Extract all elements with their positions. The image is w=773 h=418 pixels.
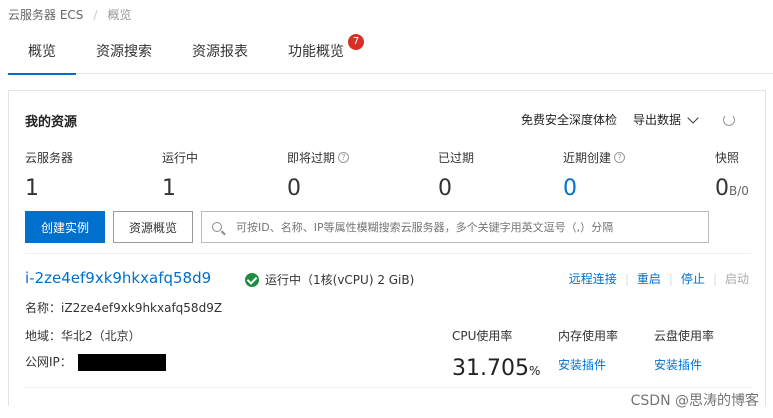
instance-region: 地域：华北2（北京）: [25, 329, 141, 343]
security-check-link[interactable]: 免费安全深度体检: [521, 111, 617, 128]
stat-expiring[interactable]: 即将过期? 0: [287, 149, 350, 201]
breadcrumb-separator: /: [93, 7, 98, 22]
check-circle-icon: [245, 272, 259, 287]
disk-usage: 云盘使用率 安装插件: [654, 329, 715, 373]
instance-id-link[interactable]: i-2ze4ef9xk9hkxafq58d9: [25, 269, 211, 287]
breadcrumb: 云服务器 ECS / 概览: [8, 6, 131, 23]
instance-status: 运行中（1核(vCPU) 2 GiB): [245, 271, 414, 288]
refresh-icon[interactable]: [723, 113, 735, 126]
separator: |: [624, 271, 629, 286]
breadcrumb-root[interactable]: 云服务器 ECS: [8, 6, 83, 23]
card-title: 我的资源: [25, 115, 78, 130]
restart-button[interactable]: 重启: [637, 270, 661, 287]
search-box: [201, 211, 709, 243]
resource-stats: 云服务器 1 运行中 1 即将过期? 0 已过期 0 近期创建? 0 快照 0B…: [25, 149, 755, 201]
redacted-ip: [77, 354, 166, 371]
remote-connect-button[interactable]: 远程连接: [569, 270, 617, 287]
notification-badge: 7: [348, 34, 364, 50]
search-icon: [212, 222, 222, 232]
stop-button[interactable]: 停止: [681, 270, 705, 287]
watermark: CSDN @思涛的博客: [630, 393, 759, 409]
instance-name: 名称：iZ2ze4ef9xk9hkxafq58d9Z: [25, 301, 223, 315]
tab-resource-report[interactable]: 资源报表: [172, 36, 268, 74]
stat-snapshots[interactable]: 快照 0B/0: [715, 149, 749, 201]
divider: [25, 253, 751, 254]
stat-running[interactable]: 运行中 1: [162, 149, 198, 201]
separator: |: [712, 271, 717, 286]
stat-recently-created[interactable]: 近期创建? 0: [563, 149, 626, 201]
search-input[interactable]: [236, 220, 696, 234]
chevron-down-icon: [687, 111, 699, 124]
tab-overview[interactable]: 概览: [8, 36, 76, 75]
breadcrumb-current: 概览: [107, 8, 132, 22]
start-button[interactable]: 启动: [725, 270, 749, 287]
card-actions: 免费安全深度体检 导出数据: [505, 111, 735, 128]
instance-operations: 远程连接 | 重启 | 停止 | 启动: [569, 270, 749, 287]
memory-usage: 内存使用率 安装插件: [558, 329, 619, 373]
tab-bar: 概览 资源搜索 资源报表 功能概览 7: [8, 34, 773, 75]
help-icon[interactable]: ?: [338, 152, 350, 163]
stat-expired[interactable]: 已过期 0: [438, 149, 474, 201]
install-plugin-link[interactable]: 安装插件: [558, 356, 618, 373]
create-instance-button[interactable]: 创建实例: [25, 211, 105, 243]
separator: |: [668, 271, 673, 286]
resource-overview-button[interactable]: 资源概览: [113, 211, 193, 243]
divider: [25, 387, 751, 388]
tab-feature-overview[interactable]: 功能概览 7: [268, 34, 364, 74]
cpu-usage: CPU使用率 31.705%: [452, 329, 541, 381]
install-plugin-link[interactable]: 安装插件: [654, 356, 714, 373]
instance-public-ip: 公网IP：: [25, 353, 166, 371]
export-data-dropdown[interactable]: 导出数据: [633, 111, 699, 128]
help-icon[interactable]: ?: [614, 152, 626, 163]
tab-resource-search[interactable]: 资源搜索: [76, 36, 172, 74]
stat-servers[interactable]: 云服务器 1: [25, 149, 73, 201]
my-resources-card: 我的资源 免费安全深度体检 导出数据 云服务器 1 运行中 1 即将过期? 0 …: [8, 90, 766, 406]
